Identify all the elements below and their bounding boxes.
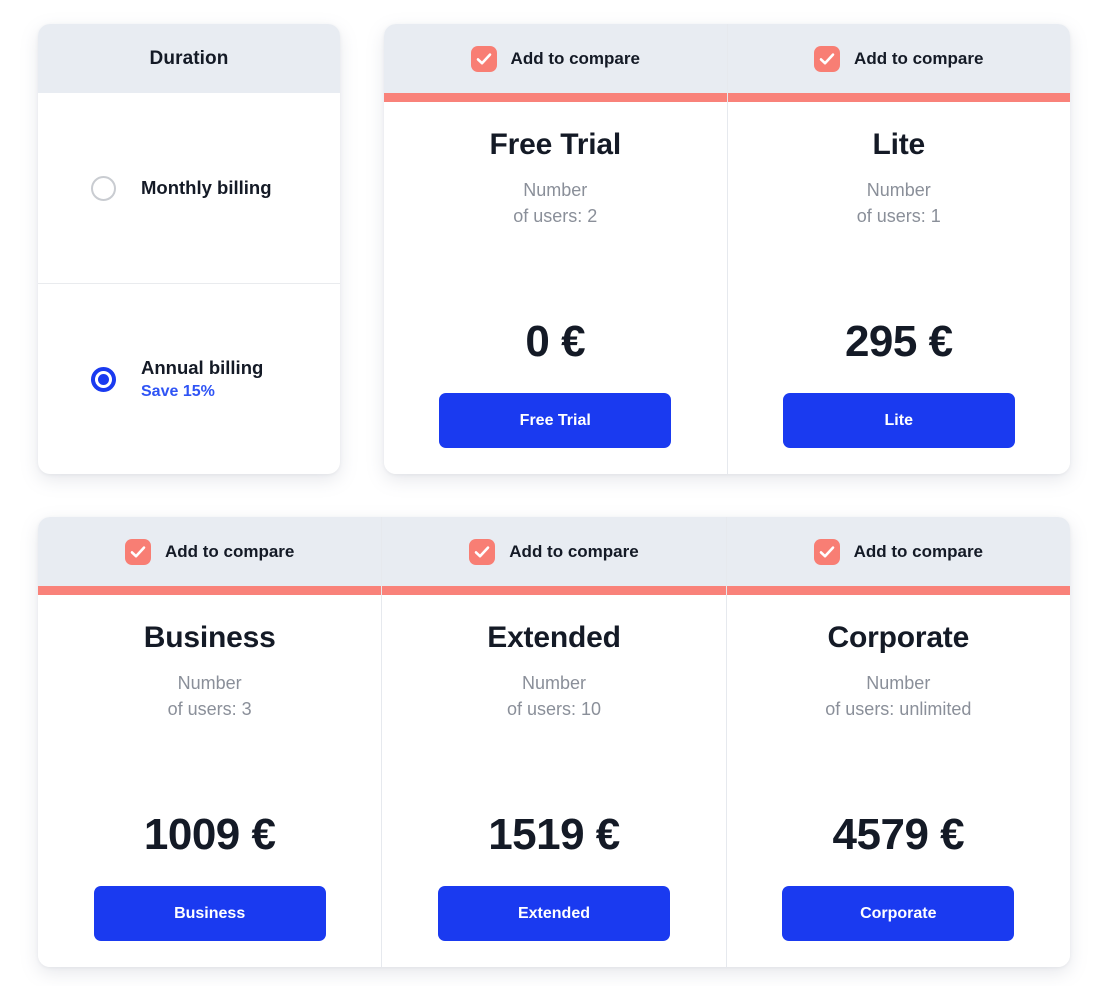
plan-body-lite: Lite Number of users: 1 295 € Lite bbox=[728, 102, 1071, 474]
radio-annual-billing-label: Annual billing bbox=[141, 356, 264, 378]
plan-price: 4579 € bbox=[832, 810, 965, 859]
plan-price: 1009 € bbox=[143, 810, 276, 859]
plan-name: Corporate bbox=[827, 621, 970, 654]
radio-annual-billing-texts: Annual billing Save 15% bbox=[141, 356, 263, 402]
annual-billing-savings-link[interactable]: Save 15% bbox=[141, 382, 263, 402]
accent-bar bbox=[384, 93, 727, 102]
accent-bar bbox=[727, 93, 1070, 102]
plan-body-corporate: Corporate Number of users: unlimited 457… bbox=[727, 595, 1070, 967]
plan-body-free-trial: Free Trial Number of users: 2 0 € Free T… bbox=[384, 102, 727, 474]
plan-card-corporate: Add to compare Corporate Number of users… bbox=[725, 517, 1070, 967]
accent-bar bbox=[726, 586, 1070, 595]
duration-title: Duration bbox=[149, 47, 229, 69]
plan-name: Free Trial bbox=[489, 128, 622, 161]
plan-price: 295 € bbox=[844, 317, 953, 366]
plan-select-button-business[interactable]: Business bbox=[93, 886, 326, 941]
plan-select-button-corporate[interactable]: Corporate bbox=[782, 886, 1015, 941]
radio-monthly-billing-texts: Monthly billing bbox=[141, 176, 272, 199]
radio-monthly-billing-icon[interactable] bbox=[91, 175, 116, 201]
plan-body-business: Business Number of users: 3 1009 € Busin… bbox=[38, 595, 381, 967]
accent-bar bbox=[382, 586, 726, 595]
plan-price: 1519 € bbox=[488, 810, 620, 859]
checkbox-checked-icon[interactable] bbox=[470, 45, 497, 72]
compare-header-extended[interactable]: Add to compare bbox=[382, 517, 726, 586]
compare-label: Add to compare bbox=[510, 48, 640, 68]
radio-annual-billing-icon[interactable] bbox=[91, 366, 116, 392]
duration-panel: Duration Monthly billing Annual billing … bbox=[38, 24, 340, 474]
plan-price: 0 € bbox=[525, 317, 586, 366]
plan-select-button-extended[interactable]: Extended bbox=[437, 886, 670, 941]
plan-select-button-free-trial[interactable]: Free Trial bbox=[439, 393, 672, 448]
plan-group-row-2: Add to compare Business Number of users:… bbox=[38, 517, 1070, 967]
radio-monthly-billing-label: Monthly billing bbox=[141, 177, 272, 199]
checkbox-checked-icon[interactable] bbox=[813, 538, 840, 565]
compare-label: Add to compare bbox=[509, 541, 639, 561]
plan-users: Number of users: unlimited bbox=[825, 673, 972, 720]
plan-name: Extended bbox=[487, 621, 621, 654]
plan-card-extended: Add to compare Extended Number of users:… bbox=[381, 517, 726, 967]
plan-users: Number of users: 2 bbox=[513, 180, 598, 227]
plan-users: Number of users: 10 bbox=[506, 673, 602, 720]
checkbox-checked-icon[interactable] bbox=[469, 538, 496, 565]
compare-label: Add to compare bbox=[854, 48, 984, 68]
compare-header-free-trial[interactable]: Add to compare bbox=[384, 24, 727, 93]
duration-panel-header: Duration bbox=[38, 24, 340, 93]
checkbox-checked-icon[interactable] bbox=[814, 45, 841, 72]
duration-options: Monthly billing Annual billing Save 15% bbox=[38, 93, 340, 474]
compare-header-corporate[interactable]: Add to compare bbox=[726, 517, 1070, 586]
checkbox-checked-icon[interactable] bbox=[124, 538, 151, 565]
plan-name: Lite bbox=[872, 128, 926, 161]
radio-option-monthly-billing[interactable]: Monthly billing bbox=[38, 93, 340, 283]
plan-name: Business bbox=[143, 621, 276, 654]
compare-header-business[interactable]: Add to compare bbox=[38, 517, 382, 586]
plan-card-business: Add to compare Business Number of users:… bbox=[38, 517, 382, 967]
plan-body-extended: Extended Number of users: 10 1519 € Exte… bbox=[382, 595, 725, 967]
plan-users: Number of users: 1 bbox=[856, 180, 941, 227]
plan-card-lite: Add to compare Lite Number of users: 1 2… bbox=[726, 24, 1071, 474]
radio-option-annual-billing[interactable]: Annual billing Save 15% bbox=[38, 283, 340, 474]
plan-users: Number of users: 3 bbox=[167, 673, 252, 720]
compare-label: Add to compare bbox=[164, 541, 295, 561]
compare-header-lite[interactable]: Add to compare bbox=[727, 24, 1070, 93]
plan-card-free-trial: Add to compare Free Trial Number of user… bbox=[384, 24, 727, 474]
accent-bar bbox=[38, 586, 382, 595]
plan-select-button-lite[interactable]: Lite bbox=[782, 393, 1015, 448]
plan-group-row-1: Add to compare Free Trial Number of user… bbox=[384, 24, 1070, 474]
compare-label: Add to compare bbox=[853, 541, 984, 561]
